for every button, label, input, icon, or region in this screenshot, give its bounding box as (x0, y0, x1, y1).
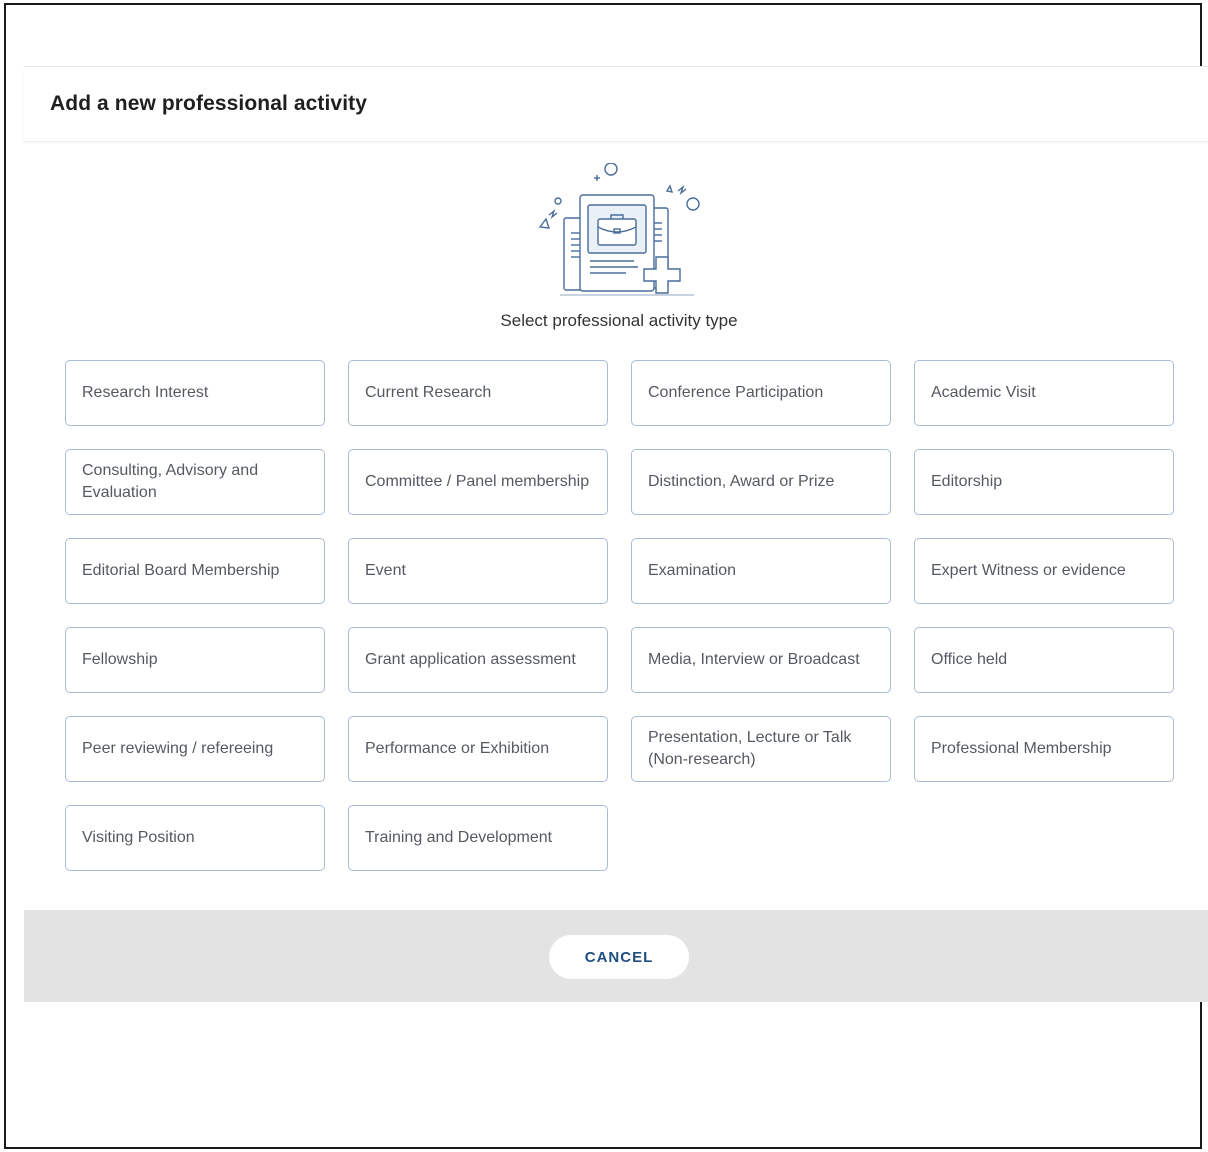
briefcase-document-add-icon (538, 163, 700, 296)
activity-type-option[interactable]: Performance or Exhibition (348, 716, 608, 782)
activity-type-label: Presentation, Lecture or Talk (Non-resea… (648, 729, 852, 768)
activity-type-label: Professional Membership (931, 740, 1112, 757)
activity-type-option[interactable]: Academic Visit (914, 360, 1174, 426)
activity-type-option[interactable]: Office held (914, 627, 1174, 693)
activity-type-label: Event (365, 562, 406, 579)
activity-type-label: Office held (931, 651, 1008, 668)
activity-type-option[interactable]: Fellowship (65, 627, 325, 693)
activity-type-option[interactable]: Expert Witness or evidence (914, 538, 1174, 604)
activity-type-label: Fellowship (82, 651, 158, 668)
activity-type-label: Editorial Board Membership (82, 562, 280, 579)
activity-type-label: Committee / Panel membership (365, 473, 590, 490)
activity-type-label: Expert Witness or evidence (931, 562, 1126, 579)
activity-type-option[interactable]: Distinction, Award or Prize (631, 449, 891, 515)
activity-type-label: Media, Interview or Broadcast (648, 651, 860, 668)
activity-type-option[interactable]: Peer reviewing / refereeing (65, 716, 325, 782)
activity-type-option[interactable]: Committee / Panel membership (348, 449, 608, 515)
select-type-label: Select professional activity type (500, 311, 738, 330)
activity-type-option[interactable]: Presentation, Lecture or Talk (Non-resea… (631, 716, 891, 782)
activity-type-option[interactable]: Training and Development (348, 805, 608, 871)
activity-type-option[interactable]: Professional Membership (914, 716, 1174, 782)
activity-type-label: Research Interest (82, 384, 209, 401)
add-activity-dialog: Add a new professional activity Select p… (24, 66, 1208, 1002)
activity-type-label: Examination (648, 562, 737, 579)
dialog-footer: CANCEL (24, 910, 1208, 1002)
activity-type-grid: Research Interest Current Research Confere… (65, 360, 1174, 871)
dialog-header: Add a new professional activity (24, 67, 1208, 142)
cancel-button[interactable]: CANCEL (549, 935, 689, 979)
activity-type-label: Current Research (365, 384, 492, 401)
activity-type-option[interactable]: Consulting, Advisory and Evaluation (65, 449, 325, 515)
activity-type-option[interactable]: Current Research (348, 360, 608, 426)
activity-type-option[interactable]: Event (348, 538, 608, 604)
activity-type-label: Training and Development (365, 829, 553, 846)
activity-type-option[interactable]: Grant application assessment (348, 627, 608, 693)
activity-type-option[interactable]: Editorial Board Membership (65, 538, 325, 604)
activity-type-option[interactable]: Media, Interview or Broadcast (631, 627, 891, 693)
activity-type-label: Academic Visit (931, 384, 1036, 401)
activity-type-label: Editorship (931, 473, 1003, 490)
activity-type-label: Peer reviewing / refereeing (82, 740, 274, 757)
activity-type-label: Visiting Position (82, 829, 195, 846)
activity-type-label: Distinction, Award or Prize (648, 473, 835, 490)
activity-type-option[interactable]: Examination (631, 538, 891, 604)
activity-type-option[interactable]: Research Interest (65, 360, 325, 426)
activity-type-label: Grant application assessment (365, 651, 576, 668)
activity-type-label: Performance or Exhibition (365, 740, 550, 757)
activity-type-option[interactable]: Visiting Position (65, 805, 325, 871)
activity-type-option[interactable]: Editorship (914, 449, 1174, 515)
activity-type-option[interactable]: Conference Participation (631, 360, 891, 426)
dialog-title: Add a new professional activity (50, 92, 368, 115)
activity-type-label: Consulting, Advisory and Evaluation (82, 462, 259, 501)
activity-type-label: Conference Participation (648, 384, 824, 401)
